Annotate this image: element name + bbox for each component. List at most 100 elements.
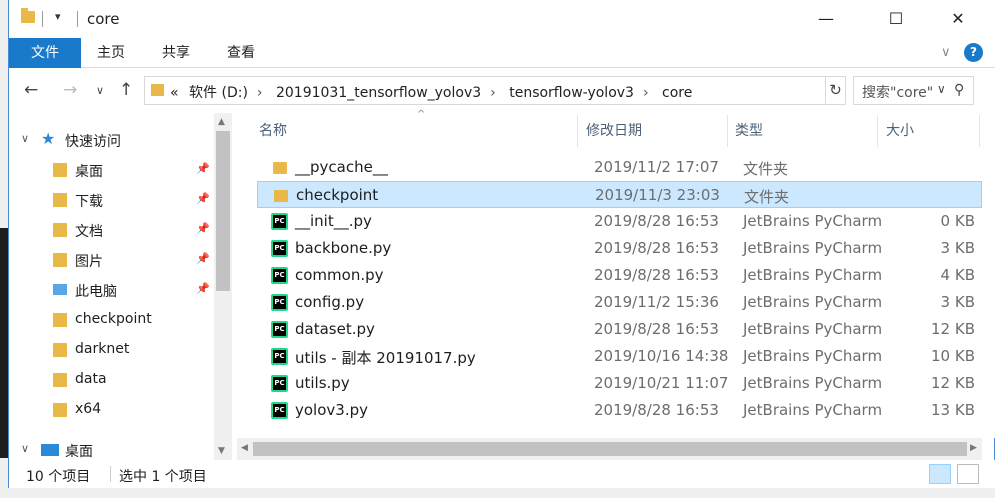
- folder-icon: [273, 162, 287, 174]
- breadcrumb-repo[interactable]: tensorflow-yolov3: [509, 85, 634, 101]
- file-type: JetBrains PyCharm: [743, 401, 883, 419]
- chevron-down-icon[interactable]: ∨: [941, 45, 951, 60]
- recent-locations-icon[interactable]: ∨: [96, 84, 104, 97]
- nav-item-label: 桌面: [75, 164, 103, 180]
- column-header-date[interactable]: 修改日期: [586, 113, 642, 149]
- file-size: 3 KB: [940, 293, 975, 311]
- expand-icon[interactable]: ∨: [21, 442, 29, 455]
- nav-item-darknet[interactable]: darknet: [9, 335, 214, 365]
- column-divider[interactable]: [979, 115, 980, 147]
- breadcrumb-drive[interactable]: 软件 (D:): [189, 85, 248, 101]
- documents-folder-icon: [53, 223, 67, 237]
- file-date: 2019/11/3 23:03: [595, 186, 720, 204]
- breadcrumb-current[interactable]: core: [662, 85, 692, 101]
- table-row[interactable]: __init__.py 2019/8/28 16:53 JetBrains PyCh…: [257, 208, 982, 235]
- nav-item-downloads[interactable]: 下载 📌: [9, 185, 214, 215]
- scrollbar-thumb[interactable]: [216, 131, 230, 291]
- file-name: __init__.py: [295, 212, 372, 230]
- nav-item-documents[interactable]: 文档 📌: [9, 215, 214, 245]
- column-header-name[interactable]: 名称: [259, 113, 287, 149]
- nav-item-pictures[interactable]: 图片 📌: [9, 245, 214, 275]
- nav-item-quick-access[interactable]: ∨ ★ 快速访问: [9, 125, 214, 155]
- file-size: 13 KB: [931, 401, 975, 419]
- table-row[interactable]: utils - 副本 20191017.py 2019/10/16 14:38 Je…: [257, 343, 982, 370]
- breadcrumb-project[interactable]: 20191031_tensorflow_yolov3: [276, 85, 481, 101]
- up-icon[interactable]: ↑: [119, 80, 133, 100]
- search-placeholder: 搜索"core": [862, 85, 934, 101]
- file-size: 12 KB: [931, 320, 975, 338]
- tab-view[interactable]: 查看: [219, 38, 263, 68]
- nav-scrollbar[interactable]: ▲ ▼: [214, 113, 232, 460]
- table-row[interactable]: __pycache__ 2019/11/2 17:07 文件夹: [257, 154, 982, 181]
- file-name: utils.py: [295, 374, 350, 392]
- nav-item-label: 图片: [75, 254, 103, 270]
- table-row[interactable]: yolov3.py 2019/8/28 16:53 JetBrains PyChar…: [257, 397, 982, 424]
- close-button[interactable]: ✕: [935, 0, 981, 38]
- file-name: backbone.py: [295, 239, 392, 257]
- chevron-right-icon[interactable]: ›: [643, 85, 649, 101]
- nav-item-label: x64: [75, 401, 102, 417]
- tab-home[interactable]: 主页: [89, 38, 133, 68]
- table-row[interactable]: utils.py 2019/10/21 11:07 JetBrains PyChar…: [257, 370, 982, 397]
- download-folder-icon: [53, 193, 67, 207]
- window-title: core: [87, 10, 120, 28]
- forward-icon[interactable]: →: [63, 80, 77, 100]
- column-header-type[interactable]: 类型: [735, 113, 763, 149]
- file-name: checkpoint: [296, 186, 379, 204]
- column-divider[interactable]: [727, 115, 728, 147]
- pycharm-file-icon: [271, 267, 288, 284]
- file-date: 2019/10/16 14:38: [594, 347, 729, 365]
- file-date: 2019/8/28 16:53: [594, 266, 719, 284]
- table-row[interactable]: backbone.py 2019/8/28 16:53 JetBrains PyCh…: [257, 235, 982, 262]
- nav-item-desktop[interactable]: 桌面 📌: [9, 155, 214, 185]
- column-header-size[interactable]: 大小: [886, 113, 914, 149]
- column-divider[interactable]: [877, 115, 878, 147]
- tab-share[interactable]: 共享: [154, 38, 198, 68]
- scroll-right-icon[interactable]: ▶: [970, 443, 977, 453]
- details-view-icon[interactable]: [929, 464, 951, 484]
- chevron-right-icon[interactable]: ›: [490, 85, 496, 101]
- tab-file[interactable]: 文件: [9, 38, 81, 68]
- scroll-down-icon[interactable]: ▼: [218, 446, 225, 456]
- table-row[interactable]: common.py 2019/8/28 16:53 JetBrains PyChar…: [257, 262, 982, 289]
- breadcrumb-overflow[interactable]: «: [170, 85, 179, 101]
- nav-item-this-pc[interactable]: 此电脑 📌: [9, 275, 214, 305]
- quick-access-dropdown[interactable]: ▾: [55, 10, 61, 23]
- file-size: 12 KB: [931, 374, 975, 392]
- table-row[interactable]: config.py 2019/11/2 15:36 JetBrains PyChar…: [257, 289, 982, 316]
- help-icon[interactable]: ?: [964, 43, 983, 62]
- list-scrollbar-area: [982, 113, 995, 438]
- pycharm-file-icon: [271, 321, 288, 338]
- scroll-left-icon[interactable]: ◀: [241, 443, 248, 453]
- pin-icon: 📌: [196, 192, 210, 205]
- maximize-button[interactable]: ☐: [873, 0, 919, 38]
- file-type: JetBrains PyCharm: [743, 239, 883, 257]
- scroll-up-icon[interactable]: ▲: [218, 117, 225, 127]
- pin-icon: 📌: [196, 222, 210, 235]
- file-name: config.py: [295, 293, 365, 311]
- back-icon[interactable]: ←: [24, 80, 38, 100]
- search-icon[interactable]: ⚲: [954, 82, 964, 98]
- nav-item-x64[interactable]: x64: [9, 395, 214, 425]
- address-bar[interactable]: « 软件 (D:) › 20191031_tensorflow_yolov3 › t…: [144, 76, 946, 105]
- file-type: JetBrains PyCharm: [743, 347, 883, 365]
- scrollbar-thumb[interactable]: [253, 442, 967, 456]
- nav-item-checkpoint[interactable]: checkpoint: [9, 305, 214, 335]
- chevron-right-icon[interactable]: ›: [257, 85, 263, 101]
- file-date: 2019/11/2 17:07: [594, 158, 719, 176]
- horizontal-scrollbar[interactable]: ◀ ▶: [237, 438, 982, 460]
- search-input[interactable]: 搜索"core" ⚲: [853, 76, 974, 105]
- large-icons-view-icon[interactable]: [957, 464, 979, 484]
- expand-icon[interactable]: ∨: [21, 132, 29, 145]
- nav-item-data[interactable]: data: [9, 365, 214, 395]
- folder-icon: [274, 190, 288, 202]
- item-count: 10 个项目: [26, 469, 91, 485]
- table-row[interactable]: checkpoint 2019/11/3 23:03 文件夹: [257, 181, 982, 208]
- minimize-button[interactable]: —: [803, 0, 849, 38]
- file-name: dataset.py: [295, 320, 375, 338]
- table-row[interactable]: dataset.py 2019/8/28 16:53 JetBrains PyCha…: [257, 316, 982, 343]
- file-date: 2019/11/2 15:36: [594, 293, 719, 311]
- refresh-icon[interactable]: ↻: [826, 76, 846, 105]
- breadcrumb: « 软件 (D:) › 20191031_tensorflow_yolov3 › t…: [170, 82, 698, 102]
- column-divider[interactable]: [577, 115, 578, 147]
